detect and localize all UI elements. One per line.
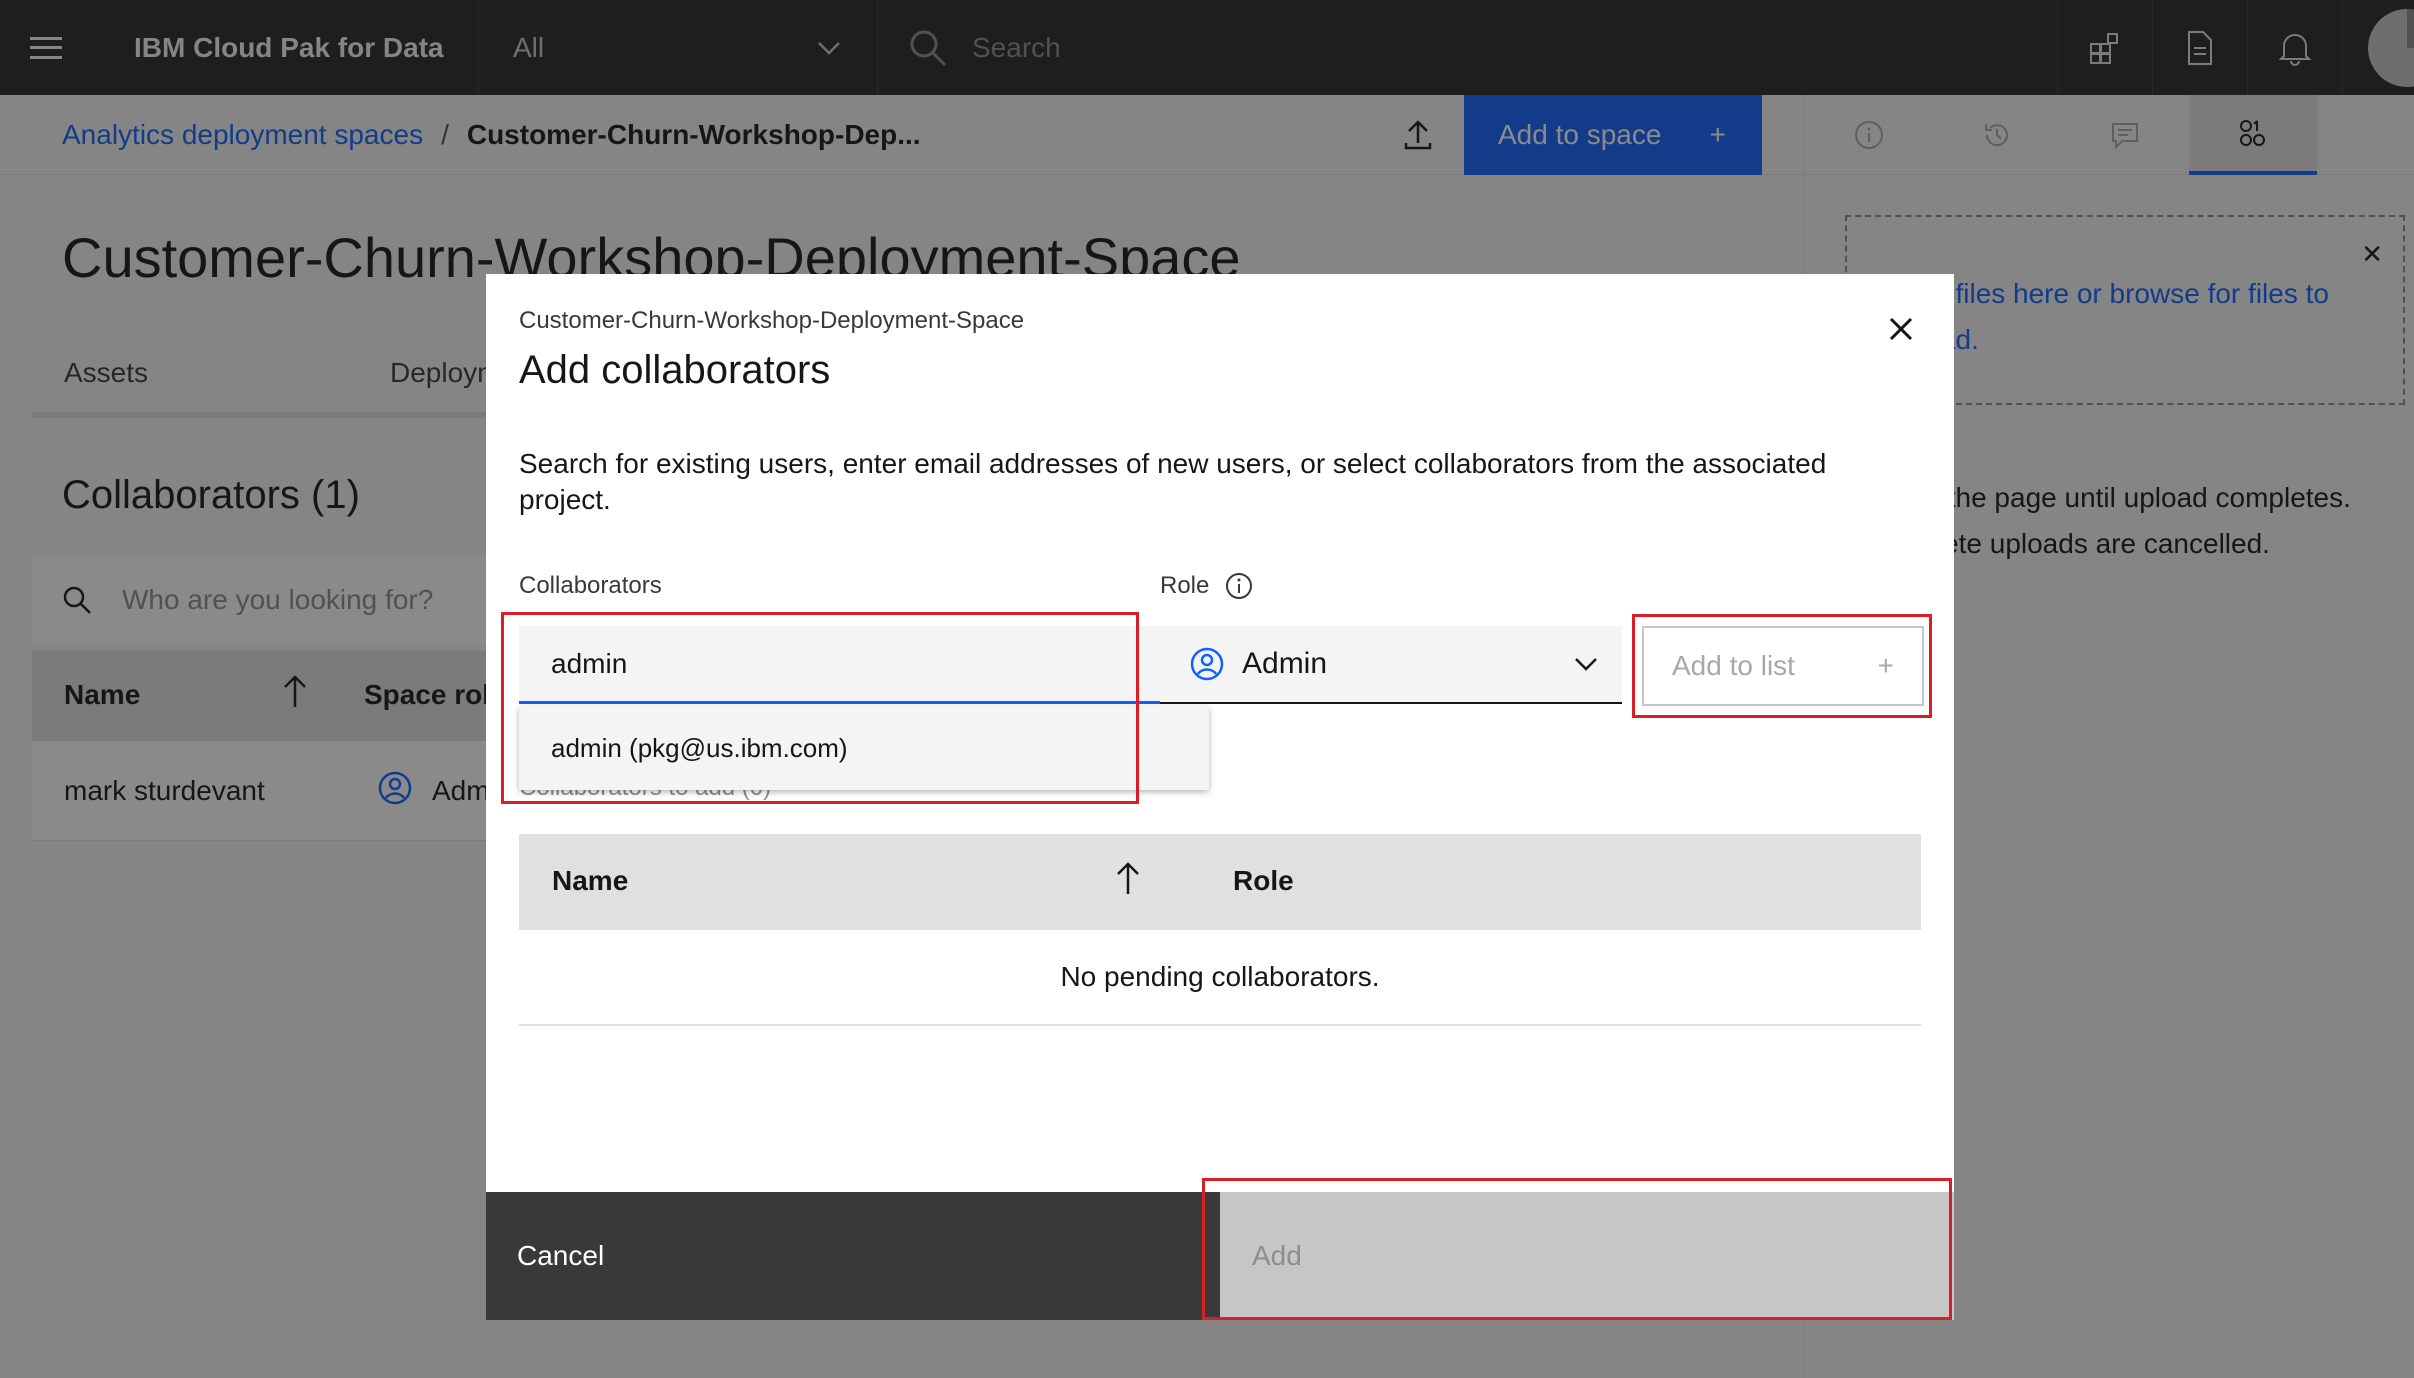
close-icon — [1889, 317, 1913, 341]
collaborators-label: Collaborators — [519, 572, 662, 599]
role-select-value: Admin — [1242, 647, 1328, 680]
add-collaborators-modal: Customer-Churn-Workshop-Deployment-Space… — [486, 274, 1954, 1320]
role-label-wrap: Role — [1160, 572, 1253, 600]
info-icon[interactable] — [1225, 572, 1253, 600]
modal-close-button[interactable] — [1876, 304, 1926, 354]
column-header-name[interactable]: Name — [552, 865, 628, 897]
modal-eyebrow: Customer-Churn-Workshop-Deployment-Space — [519, 307, 1025, 334]
column-header-role[interactable]: Role — [1233, 865, 1294, 897]
highlight-collaborators — [501, 612, 1139, 804]
highlight-add-to-list — [1632, 614, 1932, 718]
role-select[interactable]: Admin — [1160, 626, 1622, 704]
modal-title: Add collaborators — [519, 348, 831, 392]
pending-table-header: Name Role — [519, 834, 1921, 930]
sort-arrow-icon[interactable] — [1115, 860, 1141, 903]
highlight-add-button — [1202, 1178, 1952, 1320]
cancel-label: Cancel — [517, 1240, 605, 1271]
role-label: Role — [1160, 572, 1210, 599]
cancel-button[interactable]: Cancel — [486, 1192, 1220, 1320]
user-icon — [1190, 647, 1224, 681]
modal-description: Search for existing users, enter email a… — [519, 448, 1827, 515]
chevron-down-icon — [1575, 658, 1597, 671]
empty-table-message: No pending collaborators. — [519, 930, 1921, 1026]
